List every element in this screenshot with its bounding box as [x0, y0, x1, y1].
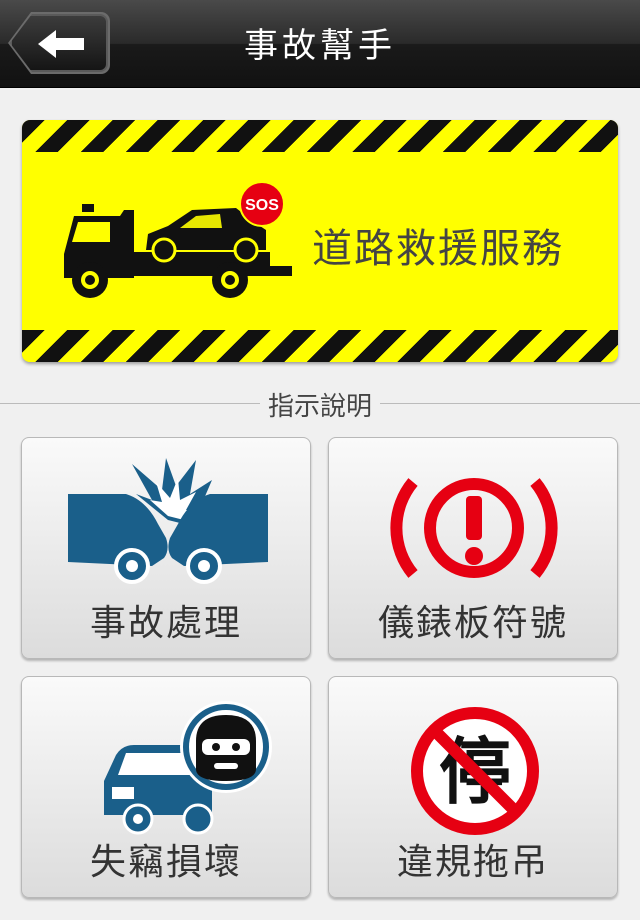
nav-bar: 事故幫手 — [0, 0, 640, 88]
tow-truck-icon: SOS — [64, 181, 292, 298]
dashboard-symbols-button[interactable]: 儀錶板符號 — [328, 437, 618, 659]
no-parking-icon: 停 — [411, 707, 539, 835]
road-assistance-button[interactable]: SOS 道路救援服務 — [22, 120, 618, 362]
hazard-stripes-bottom — [22, 330, 618, 362]
theft-damage-label: 失竊損壞 — [89, 842, 242, 883]
accident-handling-label: 事故處理 — [89, 603, 242, 644]
road-assistance-label: 道路救援服務 — [312, 226, 564, 272]
sos-badge: SOS — [245, 197, 279, 214]
section-title: 指示說明 — [259, 392, 380, 422]
theft-damage-button[interactable]: 失竊損壞 — [21, 676, 311, 898]
page-title: 事故幫手 — [244, 26, 396, 66]
car-thief-icon — [104, 701, 272, 835]
dashboard-symbols-label: 儀錶板符號 — [377, 603, 568, 644]
accident-handling-button[interactable]: 事故處理 — [21, 437, 311, 659]
illegal-towing-button[interactable]: 停 違規拖吊 — [328, 676, 618, 898]
hazard-stripes-top — [22, 120, 618, 152]
illegal-towing-label: 違規拖吊 — [396, 842, 549, 883]
warning-exclamation-icon — [390, 478, 558, 578]
section-header: 指示說明 — [0, 386, 640, 423]
car-crash-icon — [68, 458, 268, 584]
